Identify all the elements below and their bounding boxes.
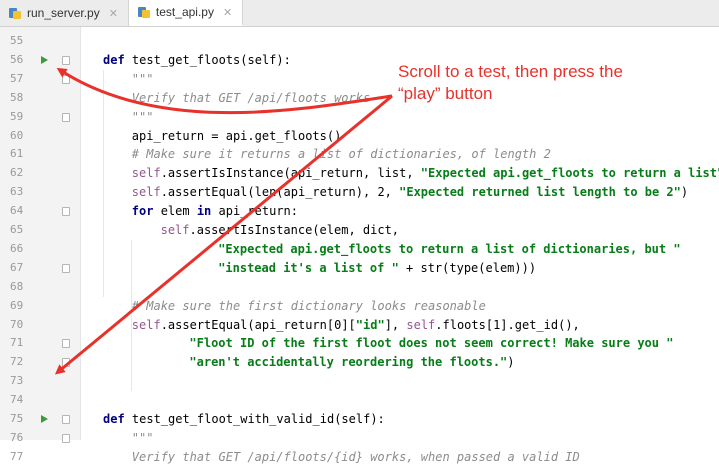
arrow-to-run-75	[54, 94, 393, 375]
code-text: Verify that GET /api/floots/{id} works, …	[132, 448, 580, 467]
line-number: 77	[10, 449, 24, 463]
code-line: 77 Verify that GET /api/floots/{id} works…	[0, 448, 719, 467]
annotation-arrows	[54, 67, 393, 375]
code-token: Verify that GET /api/floots/{id} works, …	[131, 449, 580, 464]
arrow-to-run-56	[56, 67, 393, 115]
